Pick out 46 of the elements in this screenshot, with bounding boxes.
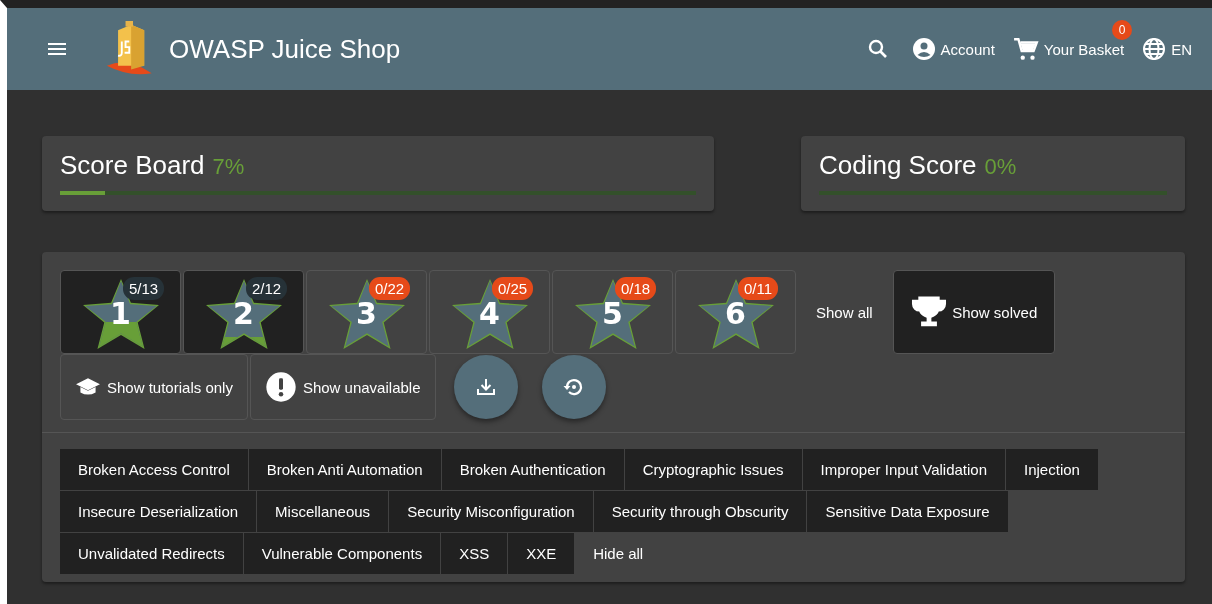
solved-count-badge: 5/13: [123, 277, 165, 300]
solved-count-badge: 0/22: [369, 277, 411, 300]
category-chip[interactable]: Security through Obscurity: [593, 491, 807, 532]
solved-count-badge: 0/25: [492, 277, 534, 300]
solved-count-badge: 2/12: [246, 277, 288, 300]
difficulty-button[interactable]: 4 0/25: [429, 270, 550, 354]
globe-icon: [1142, 37, 1167, 61]
category-chip[interactable]: Insecure Deserialization: [60, 491, 257, 532]
difficulty-button[interactable]: 3 0/22: [306, 270, 427, 354]
hide-all-button[interactable]: Hide all: [575, 533, 662, 574]
solved-count-badge: 0/11: [738, 277, 779, 300]
category-chip[interactable]: Injection: [1006, 449, 1098, 490]
category-chip[interactable]: Vulnerable Components: [243, 533, 441, 574]
restore-button[interactable]: [541, 355, 606, 419]
solved-count-badge: 0/18: [615, 277, 657, 300]
category-chip[interactable]: Cryptographic Issues: [624, 449, 802, 490]
category-chip[interactable]: Broken Authentication: [441, 449, 624, 490]
exclamation-circle-icon: [264, 371, 297, 403]
category-chip[interactable]: Broken Anti Automation: [248, 449, 441, 490]
download-button[interactable]: [453, 355, 518, 419]
score-percent: 0%: [984, 154, 1017, 180]
status-filter-button[interactable]: Show solved: [892, 270, 1055, 354]
difficulty-button[interactable]: 5 0/18: [552, 270, 673, 354]
score-title: Score Board: [60, 150, 205, 181]
toggle-button[interactable]: Show unavailable: [249, 354, 436, 420]
account-button[interactable]: Account: [911, 37, 995, 61]
toggle-button[interactable]: Show tutorials only: [60, 354, 248, 420]
score-percent: 7%: [212, 154, 245, 180]
category-chip[interactable]: Security Misconfiguration: [389, 491, 593, 532]
category-chip[interactable]: Broken Access Control: [60, 449, 248, 490]
category-chip[interactable]: Miscellaneous: [257, 491, 389, 532]
difficulty-button[interactable]: 6 0/11: [675, 270, 796, 354]
basket-count-badge: 0: [1112, 20, 1133, 40]
app-title: OWASP Juice Shop: [169, 33, 401, 65]
difficulty-button[interactable]: 2 2/12: [183, 270, 304, 354]
category-chip[interactable]: XXE: [508, 533, 575, 574]
status-filter-button[interactable]: Show all: [802, 270, 887, 354]
score-title: Coding Score: [819, 150, 977, 181]
category-chip[interactable]: Sensitive Data Exposure: [807, 491, 1008, 532]
account-circle-icon: [911, 37, 936, 61]
category-chip[interactable]: Improper Input Validation: [802, 449, 1006, 490]
language-button[interactable]: EN: [1142, 37, 1192, 61]
cart-icon: [1012, 36, 1039, 62]
difficulty-button[interactable]: 1 5/13: [60, 270, 181, 354]
category-chip[interactable]: XSS: [441, 533, 508, 574]
category-chip[interactable]: Unvalidated Redirects: [60, 533, 243, 574]
